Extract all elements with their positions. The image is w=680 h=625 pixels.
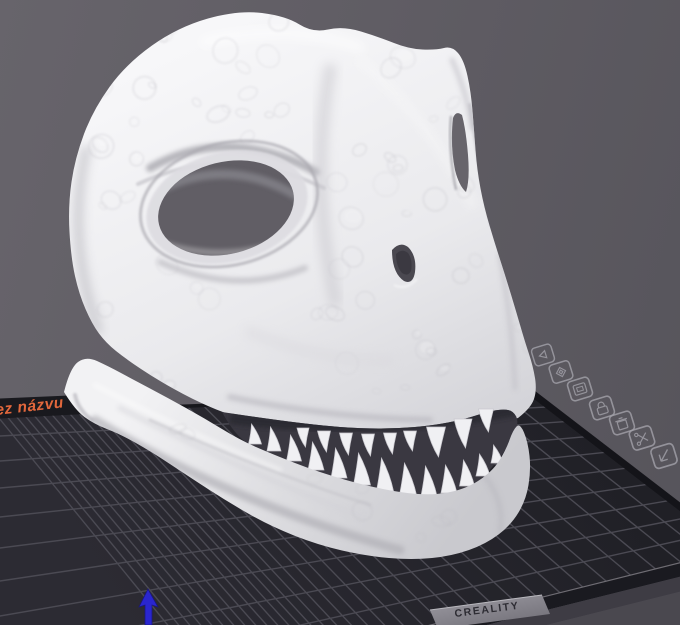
- slicer-3d-viewport[interactable]: ez názvu CREALITY: [0, 0, 680, 625]
- corner-arrow-icon[interactable]: [650, 442, 678, 470]
- scissors-icon[interactable]: [628, 425, 656, 451]
- lock-icon[interactable]: [588, 395, 616, 421]
- triangle-icon[interactable]: [530, 343, 556, 367]
- card-icon[interactable]: [566, 376, 594, 402]
- diamond-icon[interactable]: [548, 360, 574, 384]
- trash-icon[interactable]: [608, 410, 636, 436]
